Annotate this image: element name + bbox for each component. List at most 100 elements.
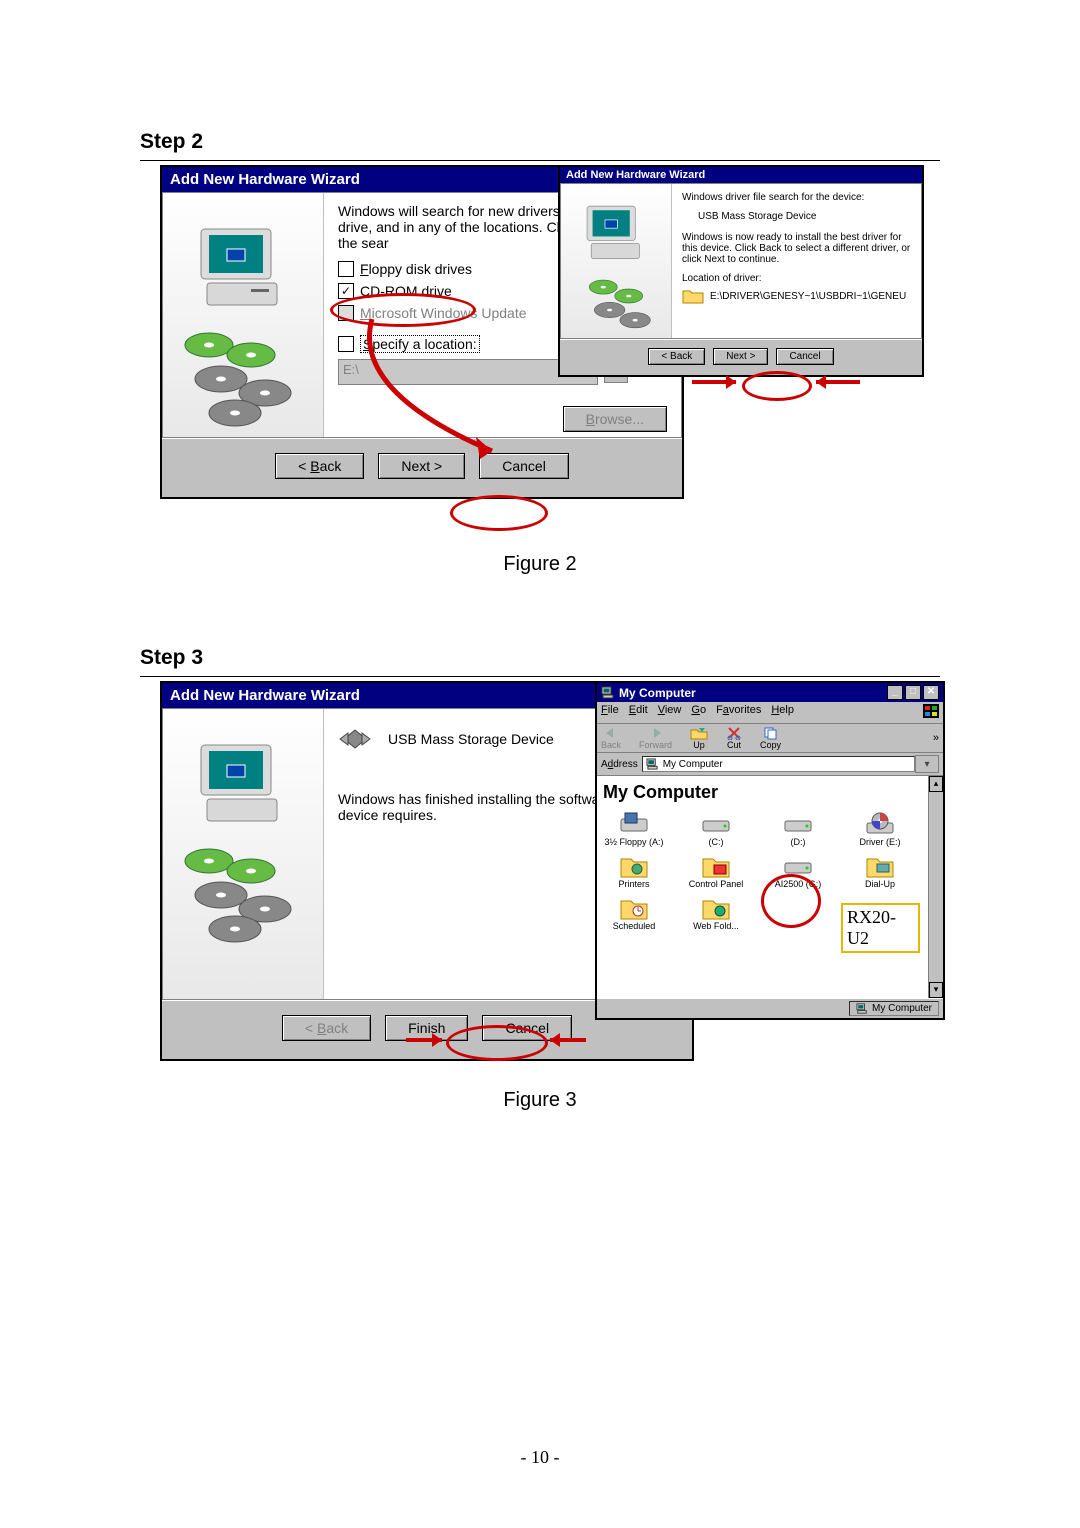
highlight-ellipse bbox=[742, 371, 812, 401]
minimize-icon[interactable]: _ bbox=[887, 685, 903, 700]
wizard-sidebar bbox=[561, 184, 672, 338]
hdd-icon bbox=[783, 811, 813, 837]
back-button[interactable]: < Back bbox=[648, 348, 705, 365]
cds-icon bbox=[571, 268, 661, 338]
tool-up[interactable]: Up bbox=[690, 726, 708, 750]
close-icon[interactable]: ✕ bbox=[923, 685, 939, 700]
computer-icon bbox=[193, 223, 293, 313]
cdrom-icon bbox=[865, 811, 895, 837]
wizard-step2-right: Add New Hardware Wizard Windows driver f… bbox=[558, 165, 924, 377]
location-value: E:\DRIVER\GENESY~1\USBDRI~1\GENEU bbox=[710, 291, 906, 302]
my-computer-window: My Computer _ □ ✕ File Edit View Go Favo… bbox=[595, 681, 945, 1020]
mycomputer-icon bbox=[856, 1003, 868, 1014]
divider bbox=[140, 160, 940, 161]
maximize-icon[interactable]: □ bbox=[905, 685, 921, 700]
control-panel-icon bbox=[701, 853, 731, 879]
scroll-up-icon[interactable]: ▴ bbox=[929, 776, 943, 792]
printers-icon bbox=[619, 853, 649, 879]
unchecked-icon bbox=[338, 336, 354, 352]
unchecked-disabled-icon bbox=[338, 305, 354, 321]
menu-view: View bbox=[658, 704, 682, 721]
arrow-left-icon bbox=[603, 726, 619, 740]
figure3-caption: Figure 3 bbox=[140, 1089, 940, 1112]
menu-help: Help bbox=[771, 704, 794, 721]
drive-e[interactable]: Driver (E:) bbox=[849, 811, 911, 847]
address-input[interactable]: My Computer bbox=[642, 756, 915, 772]
cancel-button[interactable]: Cancel bbox=[482, 1015, 572, 1041]
mycomputer-icon bbox=[646, 758, 659, 770]
toolbar: Back Forward Up Cut Copy » bbox=[597, 724, 943, 753]
floppy-drive-icon bbox=[619, 811, 649, 837]
dropdown-icon[interactable]: ▾ bbox=[915, 755, 939, 773]
floppy-label: Floppy disk drives bbox=[360, 261, 472, 277]
menu-go: Go bbox=[691, 704, 706, 721]
back-button[interactable]: < Back bbox=[275, 453, 364, 479]
tool-cut[interactable]: Cut bbox=[726, 726, 742, 750]
step3-heading: Step 3 bbox=[140, 646, 940, 670]
titlebar-text: Add New Hardware Wizard bbox=[560, 167, 922, 183]
menubar[interactable]: File Edit View Go Favorites Help bbox=[597, 702, 943, 724]
folder-icon bbox=[682, 288, 704, 304]
diamond-icon bbox=[338, 727, 372, 751]
scroll-down-icon[interactable]: ▾ bbox=[929, 982, 943, 998]
copy-icon bbox=[763, 726, 779, 740]
mc-title: My Computer bbox=[619, 686, 696, 700]
drive-d[interactable]: (D:) bbox=[767, 811, 829, 847]
arrow-right-icon bbox=[648, 726, 664, 740]
device-name: USB Mass Storage Device bbox=[698, 211, 911, 222]
cancel-button[interactable]: Cancel bbox=[479, 453, 569, 479]
cancel-button[interactable]: Cancel bbox=[776, 348, 833, 365]
dialup-icon bbox=[865, 853, 895, 879]
finish-button[interactable]: Finish bbox=[385, 1015, 468, 1041]
drive-g[interactable]: AI2500 (G:) bbox=[767, 853, 829, 889]
menu-favorites: Favorites bbox=[716, 704, 761, 721]
winupdate-label: Microsoft Windows Update bbox=[360, 305, 527, 321]
cdrom-label: CD-ROM drive bbox=[360, 283, 452, 299]
scissors-icon bbox=[726, 726, 742, 740]
tool-back[interactable]: Back bbox=[601, 726, 621, 750]
next-button[interactable]: Next > bbox=[378, 453, 465, 479]
mycomputer-icon bbox=[601, 686, 615, 699]
menu-file: File bbox=[601, 704, 619, 721]
computer-icon bbox=[193, 739, 293, 829]
scheduled-folder[interactable]: Scheduled bbox=[603, 895, 665, 931]
wizard-sidebar bbox=[163, 709, 324, 999]
webfolders-folder[interactable]: Web Fold... bbox=[685, 895, 747, 931]
folder-up-icon bbox=[690, 726, 708, 740]
cds-icon bbox=[173, 837, 313, 947]
logo-icon bbox=[923, 704, 939, 718]
hdd-icon bbox=[701, 811, 731, 837]
checked-icon: ✓ bbox=[338, 283, 354, 299]
address-label: Address bbox=[601, 759, 638, 770]
web-folder-icon bbox=[701, 895, 731, 921]
tool-forward[interactable]: Forward bbox=[639, 726, 672, 750]
drive-c[interactable]: (C:) bbox=[685, 811, 747, 847]
scheduled-icon bbox=[619, 895, 649, 921]
dialup-folder[interactable]: Dial-Up bbox=[849, 853, 911, 889]
computer-icon bbox=[581, 202, 651, 264]
back-button[interactable]: < Back bbox=[282, 1015, 371, 1041]
ready-text: Windows is now ready to install the best… bbox=[682, 232, 911, 265]
divider bbox=[140, 676, 940, 677]
figure2-caption: Figure 2 bbox=[140, 553, 940, 576]
control-panel-folder[interactable]: Control Panel bbox=[685, 853, 747, 889]
page-number: - 10 - bbox=[0, 1447, 1080, 1468]
scrollbar-vertical[interactable]: ▴▾ bbox=[928, 776, 943, 998]
unchecked-icon bbox=[338, 261, 354, 277]
printers-folder[interactable]: Printers bbox=[603, 853, 665, 889]
wizard-sidebar bbox=[163, 193, 324, 437]
hdd-icon bbox=[783, 853, 813, 879]
search-label: Windows driver file search for the devic… bbox=[682, 192, 911, 203]
mc-content: My Computer 3½ Floppy (A:) (C:) (D:) Dri… bbox=[597, 776, 943, 998]
step2-heading: Step 2 bbox=[140, 130, 940, 154]
location-label: Location of driver: bbox=[682, 273, 911, 284]
mc-heading: My Computer bbox=[603, 782, 937, 803]
callout-box: RX20-U2 bbox=[841, 903, 920, 953]
device-name: USB Mass Storage Device bbox=[388, 731, 554, 747]
browse-button[interactable]: Browse... bbox=[563, 406, 667, 432]
menu-edit: Edit bbox=[629, 704, 648, 721]
drive-floppy[interactable]: 3½ Floppy (A:) bbox=[603, 811, 665, 847]
specify-label: Specify a location: bbox=[360, 335, 480, 353]
next-button[interactable]: Next > bbox=[713, 348, 768, 365]
tool-copy[interactable]: Copy bbox=[760, 726, 781, 750]
